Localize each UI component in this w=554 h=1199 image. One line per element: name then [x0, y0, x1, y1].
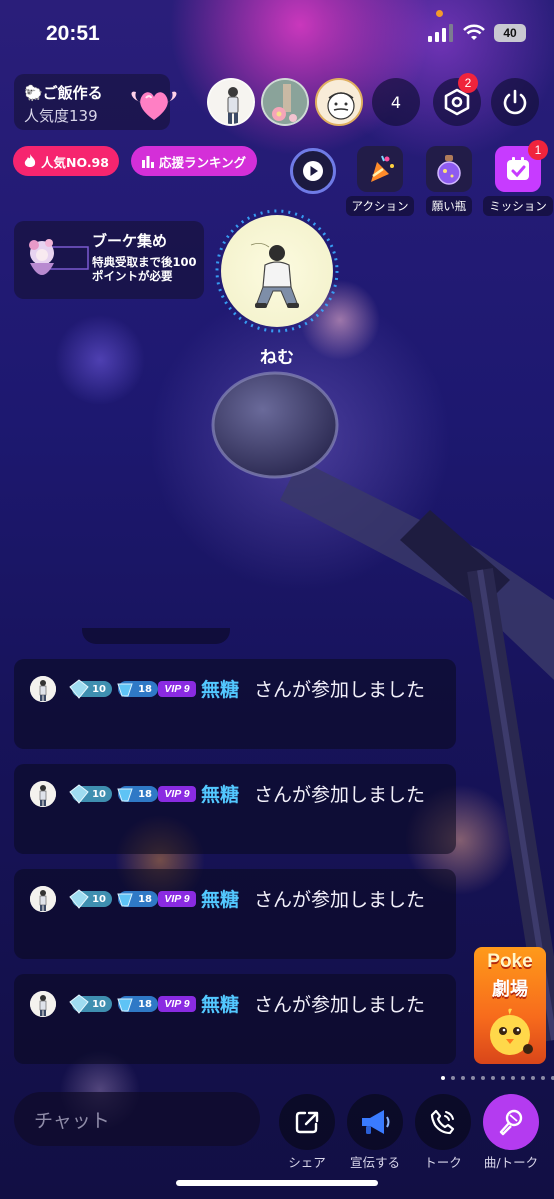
share-icon: [295, 1111, 319, 1134]
popularity-rank-pill[interactable]: 人気NO.98: [13, 146, 119, 176]
mission-notification-badge: 1: [528, 140, 548, 160]
song-talk-label: 曲/トーク: [483, 1155, 539, 1170]
share-button[interactable]: [279, 1094, 335, 1150]
audience-avatar-2[interactable]: [261, 78, 309, 126]
chat-message-text: さんが参加しました: [254, 994, 426, 1016]
audience-avatar-1[interactable]: [207, 78, 255, 126]
promo-title: Poke: [487, 951, 533, 972]
host-illustration-icon: [250, 243, 299, 308]
room-info-card[interactable]: 🐑ご飯作る 人気度139: [14, 74, 177, 130]
popularity-rank-label: 人気NO.98: [41, 154, 109, 170]
play-icon: [303, 161, 323, 181]
action-tool[interactable]: アクション: [345, 146, 415, 216]
audience-avatar-3[interactable]: [315, 78, 363, 126]
bouquet-description: 特典受取まで後100ポイントが必要: [92, 255, 197, 283]
chat-message[interactable]: 10 18 VIP 9 無糖 さんが参加しました: [14, 869, 456, 959]
bouquet-event-card[interactable]: ブーケ集め 特典受取まで後100ポイントが必要: [14, 221, 204, 299]
play-button[interactable]: [290, 148, 336, 194]
host-avatar[interactable]: [221, 215, 333, 327]
wish-bottle-tool[interactable]: 願い瓶: [414, 146, 484, 216]
promote-button[interactable]: [347, 1094, 403, 1150]
audience-count-button[interactable]: 4: [372, 78, 420, 126]
chat-message-text: さんが参加しました: [254, 784, 426, 806]
wish-bottle-icon: [426, 146, 472, 192]
chat-message-text: さんが参加しました: [254, 679, 426, 701]
share-label: シェア: [288, 1155, 326, 1170]
song-talk-button[interactable]: [483, 1094, 539, 1150]
banner-page-dots: [441, 1076, 554, 1080]
room-popularity: 人気度139: [24, 107, 98, 125]
chat-message[interactable]: 10 18 VIP 9 無糖 さんが参加しました: [14, 764, 456, 854]
poke-theater-banner[interactable]: Poke 劇場: [474, 947, 546, 1064]
chat-message[interactable]: 10 18 VIP 9 無糖 さんが参加しました: [14, 974, 456, 1064]
host-name: ねむ: [260, 348, 294, 368]
talk-label: トーク: [424, 1155, 462, 1170]
signal-icon: [428, 24, 453, 42]
party-popper-icon: [357, 146, 403, 192]
chat-message[interactable]: 10 18 VIP 9 無糖 さんが参加しました: [14, 659, 456, 749]
karaoke-mic-icon: [499, 1109, 523, 1136]
home-indicator[interactable]: [176, 1180, 378, 1186]
megaphone-icon: [362, 1110, 390, 1134]
room-title: 🐑ご飯作る: [24, 84, 103, 102]
bouquet-title: ブーケ集め: [92, 232, 168, 250]
chat-message-text: さんが参加しました: [254, 889, 426, 911]
settings-notification-badge: 2: [458, 73, 478, 93]
talk-button[interactable]: [415, 1094, 471, 1150]
exit-button[interactable]: [491, 78, 539, 126]
action-tool-label: アクション: [345, 196, 415, 216]
phone-icon: [430, 1109, 455, 1135]
status-icons: 40: [428, 24, 526, 42]
wish-bottle-tool-label: 願い瓶: [425, 196, 473, 216]
bar-chart-icon: [142, 156, 154, 168]
power-icon: [503, 89, 527, 115]
chat-panel-handle: [82, 628, 230, 644]
wifi-icon: [463, 24, 485, 40]
winged-heart-icon[interactable]: [130, 84, 178, 124]
bouquet-character-icon: [29, 239, 89, 275]
promote-label: 宣伝する: [349, 1155, 400, 1170]
promo-subtitle: 劇場: [492, 979, 528, 1000]
support-ranking-label: 応援ランキング: [159, 154, 247, 170]
mission-tool-label: ミッション: [483, 196, 553, 216]
status-time: 20:51: [46, 22, 100, 45]
privacy-indicator-dot: [436, 10, 443, 17]
chat-input[interactable]: チャット: [14, 1092, 260, 1146]
flame-icon: [24, 154, 36, 167]
support-ranking-pill[interactable]: 応援ランキング: [131, 146, 257, 176]
chick-mascot-icon: [490, 1008, 533, 1055]
status-bar: 20:51 40: [0, 0, 554, 60]
battery-icon: 40: [494, 24, 526, 42]
